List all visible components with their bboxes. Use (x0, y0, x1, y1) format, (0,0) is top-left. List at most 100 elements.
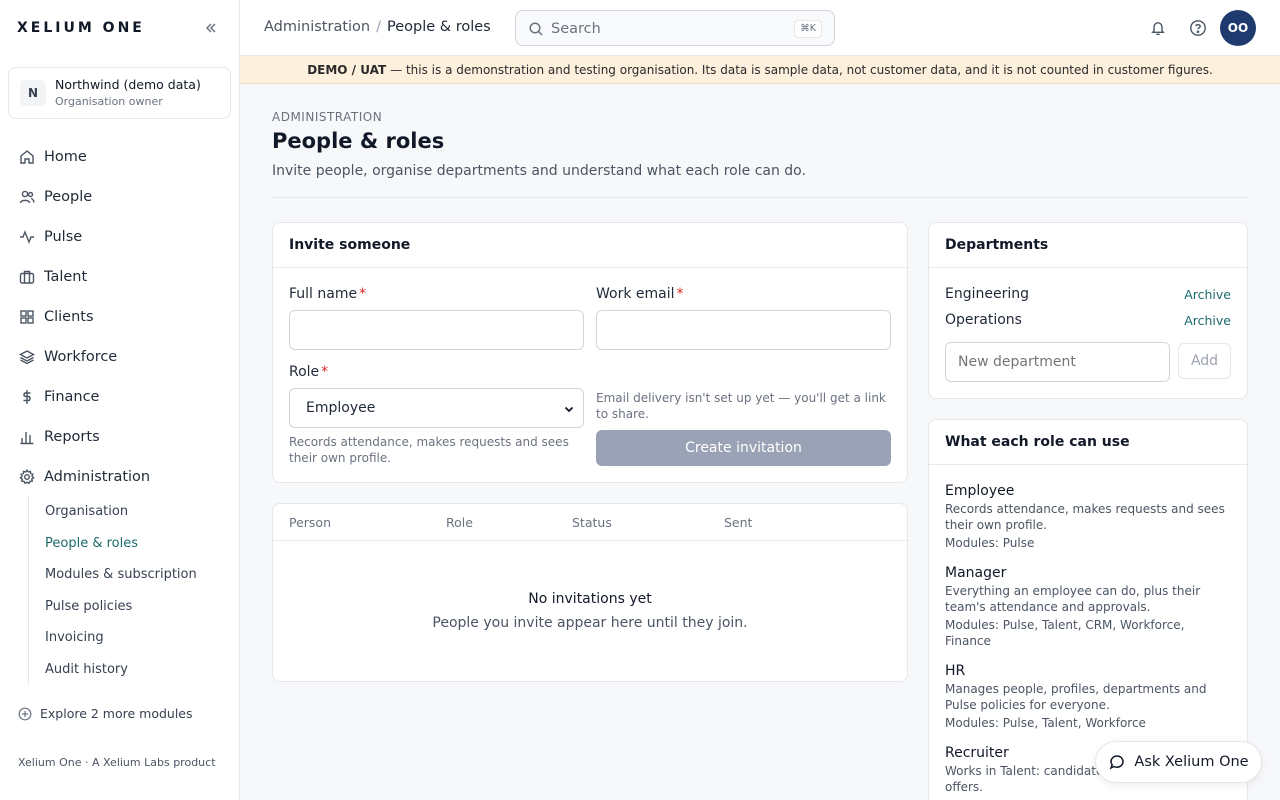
nav-item-administration[interactable]: Administration (8, 461, 231, 493)
subnav-item-invoicing[interactable]: Invoicing (29, 622, 231, 654)
briefcase-icon (18, 268, 36, 286)
explore-label: Explore 2 more modules (40, 706, 193, 721)
role-name: Manager (945, 565, 1007, 581)
full-name-label-text: Full name (289, 286, 358, 302)
demo-banner: DEMO / UAT — this is a demonstration and … (240, 56, 1280, 84)
bell-icon[interactable] (1148, 18, 1168, 38)
work-email-input[interactable] (596, 310, 891, 350)
departments-card: Departments Engineering Archive Operatio… (928, 222, 1248, 399)
work-email-label: Work email * (596, 286, 684, 302)
role-select[interactable]: Employee (289, 388, 584, 428)
admin-subnav: Organisation People & roles Modules & su… (28, 496, 231, 685)
new-department-input[interactable] (945, 342, 1170, 382)
column-header-person: Person (289, 515, 332, 530)
org-switcher[interactable]: N Northwind (demo data) Organisation own… (8, 67, 231, 119)
role-description: Everything an employee can do, plus thei… (945, 584, 1201, 614)
nav-item-people[interactable]: People (8, 181, 231, 213)
department-name: Operations (945, 312, 1022, 328)
role-description: Records attendance, makes requests and s… (945, 502, 1225, 532)
role-item-employee: Employee Records attendance, makes reque… (945, 482, 1231, 551)
brand-logo: XELIUM ONE (17, 20, 145, 36)
create-invitation-button[interactable]: Create invitation (596, 430, 891, 466)
footer-text: Xelium One · A Xelium Labs product (18, 756, 216, 769)
required-mark: * (359, 286, 367, 302)
department-row: Operations Archive (945, 310, 1231, 330)
help-icon[interactable] (1188, 18, 1208, 38)
empty-state-title: No invitations yet (528, 591, 652, 607)
subnav-item-pulse-policies[interactable]: Pulse policies (29, 591, 231, 623)
full-name-input[interactable] (289, 310, 584, 350)
breadcrumb-current: People & roles (387, 19, 491, 35)
role-modules: Modules: Pulse (945, 536, 1035, 550)
nav-item-home[interactable]: Home (8, 141, 231, 173)
role-name: HR (945, 663, 966, 679)
invite-card-title: Invite someone (273, 223, 907, 268)
role-description: Manages people, profiles, departments an… (945, 682, 1207, 712)
pulse-icon (18, 228, 36, 246)
role-label: Role * (289, 364, 328, 380)
role-item-manager: Manager Everything an employee can do, p… (945, 564, 1231, 649)
page-eyebrow: ADMINISTRATION (272, 110, 383, 124)
nav-item-label: Administration (44, 469, 151, 485)
subnav-item-modules[interactable]: Modules & subscription (29, 559, 231, 591)
invite-card: Invite someone Full name * Work email * Ro… (272, 222, 908, 483)
department-name: Engineering (945, 286, 1029, 302)
role-modules: Modules: Pulse, Talent, Workforce (945, 716, 1146, 730)
roles-card-title: What each role can use (929, 420, 1247, 465)
add-department-button[interactable]: Add (1178, 343, 1231, 379)
work-email-label-text: Work email (596, 286, 675, 302)
column-header-role: Role (446, 515, 473, 530)
nav-item-label: Reports (44, 429, 100, 445)
subnav-item-audit-history[interactable]: Audit history (29, 654, 231, 686)
main-content: ADMINISTRATION People & roles Invite peo… (240, 84, 1280, 800)
subnav-item-people-roles[interactable]: People & roles (29, 528, 231, 560)
nav-item-workforce[interactable]: Workforce (8, 341, 231, 373)
nav-item-label: Home (44, 149, 87, 165)
org-role: Organisation owner (55, 95, 163, 108)
bar-chart-icon (18, 428, 36, 446)
column-header-sent: Sent (724, 515, 753, 530)
nav-item-finance[interactable]: Finance (8, 381, 231, 413)
archive-link[interactable]: Archive (1184, 287, 1231, 302)
nav-item-label: Clients (44, 309, 94, 325)
explore-modules-link[interactable]: Explore 2 more modules (18, 706, 193, 721)
sidebar: XELIUM ONE N Northwind (demo data) Organ… (0, 0, 240, 800)
banner-text: — this is a demonstration and testing or… (390, 62, 1213, 77)
breadcrumb-separator: / (376, 19, 381, 35)
nav-item-label: People (44, 189, 93, 205)
topbar: Administration / People & roles ⌘K OO (240, 0, 1280, 56)
breadcrumb-administration[interactable]: Administration (264, 19, 370, 35)
role-item-hr: HR Manages people, profiles, departments… (945, 662, 1231, 731)
table-header: Person Role Status Sent (273, 504, 907, 541)
dollar-icon (18, 388, 36, 406)
chat-bubble-icon (1108, 753, 1126, 771)
department-row: Engineering Archive (945, 284, 1231, 304)
role-help-text: Records attendance, makes requests and s… (289, 435, 569, 465)
home-icon (18, 148, 36, 166)
role-name: Employee (945, 483, 1015, 499)
required-mark: * (321, 364, 329, 380)
page-subtitle: Invite people, organise departments and … (272, 163, 806, 179)
people-icon (18, 188, 36, 206)
nav-item-talent[interactable]: Talent (8, 261, 231, 293)
chevron-down-icon (563, 403, 575, 415)
column-header-status: Status (572, 515, 612, 530)
subnav-item-organisation[interactable]: Organisation (29, 496, 231, 528)
nav-item-reports[interactable]: Reports (8, 421, 231, 453)
collapse-sidebar-icon[interactable] (201, 18, 221, 38)
nav-item-label: Talent (44, 269, 88, 285)
nav-item-pulse[interactable]: Pulse (8, 221, 231, 253)
nav-item-clients[interactable]: Clients (8, 301, 231, 333)
layers-icon (18, 348, 36, 366)
ask-assistant-button[interactable]: Ask Xelium One (1095, 741, 1262, 783)
grid-icon (18, 308, 36, 326)
departments-card-title: Departments (929, 223, 1247, 268)
org-name: Northwind (demo data) (55, 77, 201, 92)
archive-link[interactable]: Archive (1184, 313, 1231, 328)
search-icon (528, 21, 544, 37)
user-avatar[interactable]: OO (1220, 10, 1256, 46)
breadcrumb: Administration / People & roles (264, 19, 491, 35)
nav-item-label: Finance (44, 389, 100, 405)
search-input[interactable] (551, 19, 781, 39)
search-box[interactable]: ⌘K (515, 10, 835, 46)
